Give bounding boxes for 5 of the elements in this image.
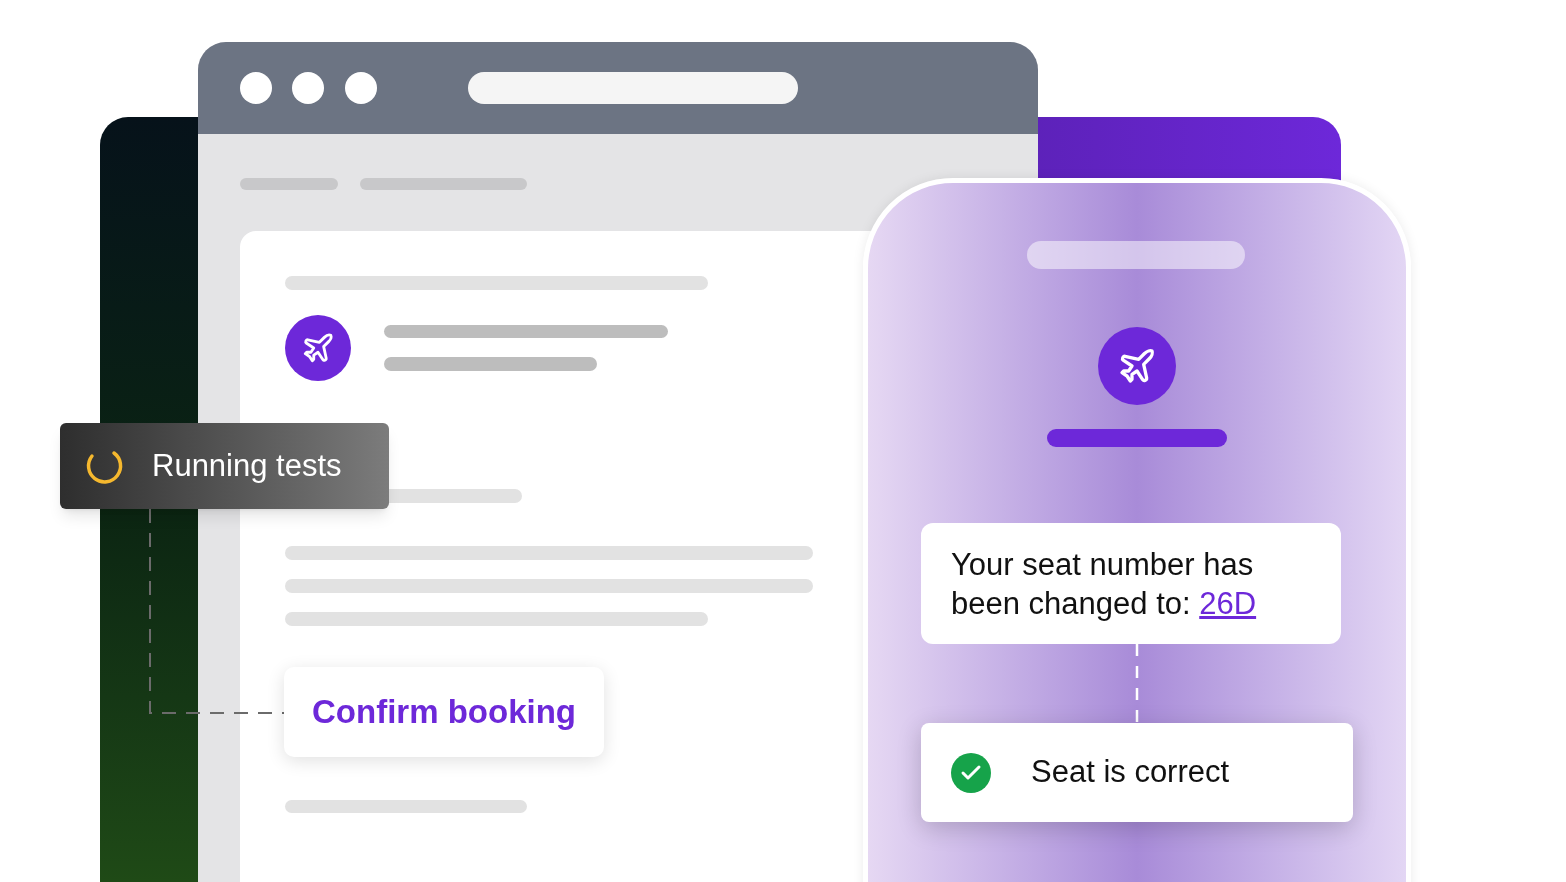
confirm-booking-button[interactable]: Confirm booking [284, 667, 604, 757]
status-label: Running tests [152, 446, 342, 485]
seat-message: Your seat number has been changed to: 26D [951, 546, 1258, 623]
check-label: Seat is correct [1031, 753, 1230, 792]
seat-link[interactable]: 26D [1199, 586, 1257, 621]
